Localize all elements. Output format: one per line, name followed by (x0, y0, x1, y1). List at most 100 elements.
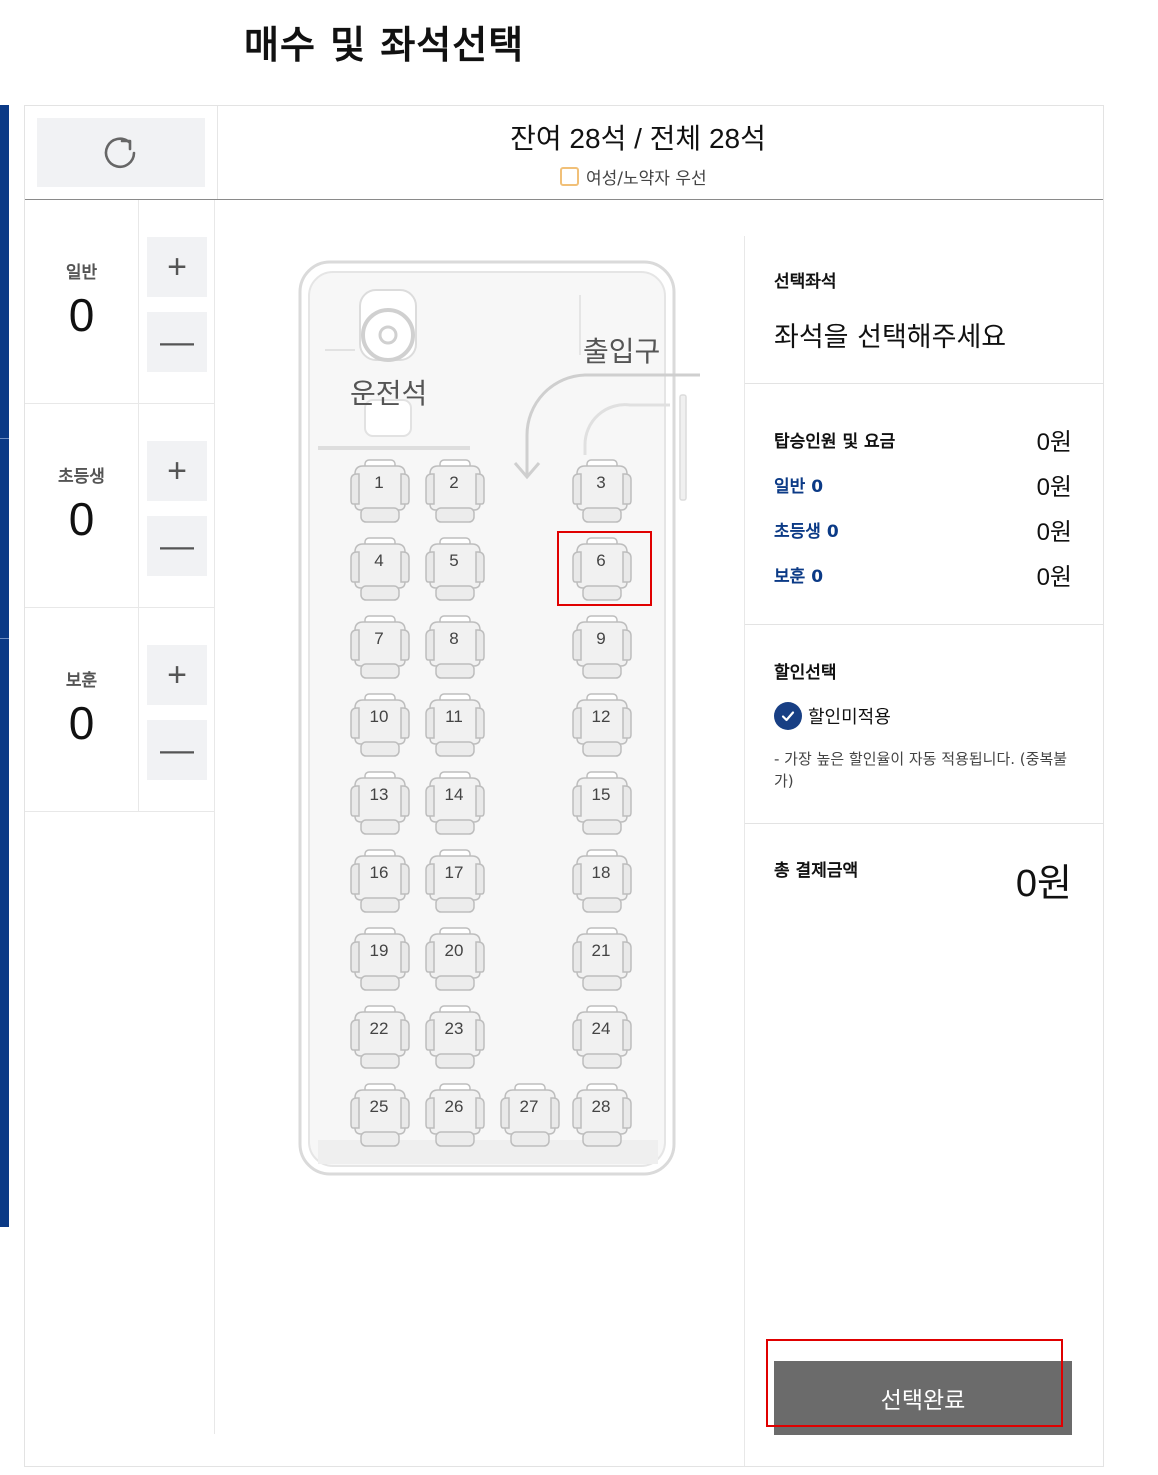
seat-24[interactable]: 24 (571, 1004, 637, 1072)
counter-veteran: 보훈 0 + — (25, 608, 214, 812)
counter-label: 초등생 (58, 467, 105, 487)
fare-row-elementary: 초등생 0 0원 (774, 512, 1072, 547)
refresh-button[interactable] (37, 118, 205, 187)
left-accent-bar (0, 105, 9, 1227)
minus-button[interactable]: — (147, 720, 207, 780)
seat-5[interactable]: 5 (424, 536, 490, 604)
seat-3[interactable]: 3 (571, 458, 637, 526)
seat-9[interactable]: 9 (571, 614, 637, 682)
seat-6-highlight (557, 531, 652, 606)
seat-number: 3 (596, 473, 606, 492)
check-circle-icon (774, 702, 802, 730)
seat-14[interactable]: 14 (424, 770, 490, 838)
seat-10[interactable]: 10 (349, 692, 415, 760)
seat-number: 17 (444, 863, 464, 882)
counter-label: 보훈 (65, 671, 98, 691)
seat-number: 1 (374, 473, 384, 492)
seat-number: 5 (449, 551, 459, 570)
minus-button[interactable]: — (147, 516, 207, 576)
seat-number: 16 (369, 863, 389, 882)
fare-value: 0원 (1036, 564, 1072, 591)
seat-7[interactable]: 7 (349, 614, 415, 682)
driver-seat-label: 운전석 (350, 377, 428, 410)
seat-number: 18 (591, 863, 611, 882)
seat-number: 4 (374, 551, 384, 570)
seat-number: 24 (591, 1019, 611, 1038)
seat-12[interactable]: 12 (571, 692, 637, 760)
seat-22[interactable]: 22 (349, 1004, 415, 1072)
seat-11[interactable]: 11 (424, 692, 490, 760)
discount-note: - 가장 높은 할인율이 자동 적용됩니다. (중복불가) (774, 750, 1068, 790)
total-label: 총 결제금액 (774, 861, 859, 881)
fare-label: 일반 0 (774, 477, 824, 497)
discount-title: 할인선택 (774, 663, 837, 683)
complete-button-highlight (766, 1339, 1063, 1427)
counter-general: 일반 0 + — (25, 200, 214, 404)
seat-number: 9 (596, 629, 606, 648)
fare-value: 0원 (1036, 519, 1072, 546)
seat-2[interactable]: 2 (424, 458, 490, 526)
seat-number: 20 (444, 941, 464, 960)
counter-value: 0 (68, 697, 95, 749)
seat-23[interactable]: 23 (424, 1004, 490, 1072)
seat-15[interactable]: 15 (571, 770, 637, 838)
seat-number: 7 (374, 629, 384, 648)
summary-panel (745, 236, 1103, 1466)
seat-number: 11 (445, 707, 463, 726)
seat-number: 25 (369, 1097, 389, 1116)
selected-seats-title: 선택좌석 (774, 272, 837, 292)
counter-value: 0 (68, 493, 95, 545)
seat-16[interactable]: 16 (349, 848, 415, 916)
fare-row-veteran: 보훈 0 0원 (774, 557, 1072, 592)
counter-elementary: 초등생 0 + — (25, 404, 214, 608)
total-amount: 0원 (1015, 863, 1072, 905)
plus-button[interactable]: + (147, 645, 207, 705)
minus-button[interactable]: — (147, 312, 207, 372)
discount-option[interactable]: 할인미적용 (774, 702, 891, 730)
seat-17[interactable]: 17 (424, 848, 490, 916)
seat-number: 28 (591, 1097, 611, 1116)
seat-number: 27 (519, 1097, 539, 1116)
priority-swatch-icon (560, 167, 579, 186)
plus-button[interactable]: + (147, 441, 207, 501)
seat-18[interactable]: 18 (571, 848, 637, 916)
bus-seat-map: 운전석 출입구 1 2 3 4 5 6 7 8 9 10 11 12 13 14 15 16 17 18 19 20 2… (215, 200, 744, 1434)
refresh-icon (104, 136, 136, 168)
fare-title: 탑승인원 및 요금 (774, 432, 896, 452)
seat-1[interactable]: 1 (349, 458, 415, 526)
seat-19[interactable]: 19 (349, 926, 415, 994)
plus-button[interactable]: + (147, 237, 207, 297)
counter-value: 0 (68, 289, 95, 341)
seat-26[interactable]: 26 (424, 1082, 490, 1150)
seat-number: 13 (369, 785, 389, 804)
seat-number: 12 (591, 707, 611, 726)
selected-seats-placeholder: 좌석을 선택해주세요 (774, 322, 1007, 353)
seat-number: 19 (369, 941, 389, 960)
seat-25[interactable]: 25 (349, 1082, 415, 1150)
priority-legend: 여성/노약자 우선 (560, 164, 707, 189)
seat-21[interactable]: 21 (571, 926, 637, 994)
entrance-label: 출입구 (583, 335, 661, 368)
seat-number: 21 (591, 941, 611, 960)
seat-availability: 잔여 28석 / 전체 28석 (510, 123, 766, 154)
fare-label: 초등생 0 (774, 522, 839, 542)
fare-row-general: 일반 0 0원 (774, 467, 1072, 502)
counter-label: 일반 (65, 263, 98, 283)
fare-label: 보훈 0 (774, 567, 824, 587)
seat-number: 22 (369, 1019, 389, 1038)
seat-20[interactable]: 20 (424, 926, 490, 994)
fare-value: 0원 (1036, 474, 1072, 501)
seat-number: 8 (449, 629, 459, 648)
seat-8[interactable]: 8 (424, 614, 490, 682)
fare-total: 0원 (1036, 429, 1072, 456)
seat-number: 14 (444, 785, 464, 804)
seat-13[interactable]: 13 (349, 770, 415, 838)
seat-4[interactable]: 4 (349, 536, 415, 604)
seat-27[interactable]: 27 (499, 1082, 565, 1150)
seat-number: 10 (369, 707, 389, 726)
priority-label: 여성/노약자 우선 (586, 169, 707, 189)
fare-summary-row: 탑승인원 및 요금 0원 (774, 422, 1072, 457)
discount-option-label: 할인미적용 (808, 707, 891, 728)
seat-number: 2 (449, 473, 459, 492)
seat-28[interactable]: 28 (571, 1082, 637, 1150)
